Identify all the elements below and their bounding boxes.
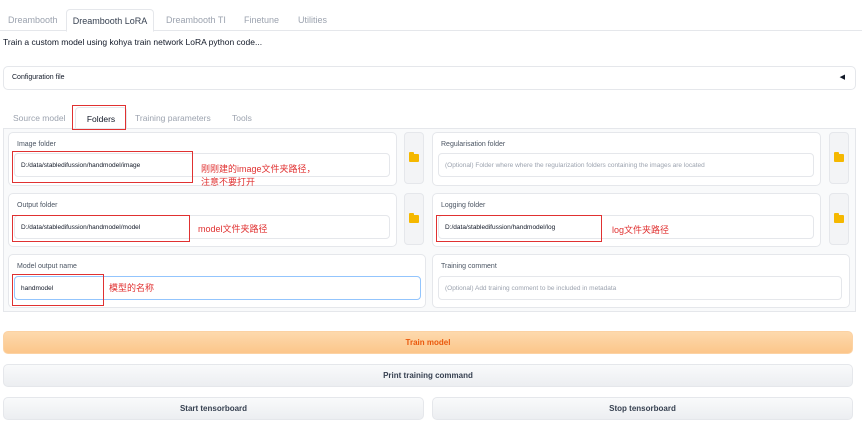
tab-dreambooth-ti[interactable]: Dreambooth TI <box>166 9 226 31</box>
configuration-file-accordion[interactable]: Configuration file ◀ <box>3 66 856 90</box>
image-folder-label: Image folder <box>17 141 56 148</box>
top-tab-bar: Dreambooth Dreambooth LoRA Dreambooth TI… <box>0 9 862 32</box>
print-training-command-button[interactable]: Print training command <box>3 364 853 387</box>
tab-dreambooth[interactable]: Dreambooth <box>8 9 58 31</box>
folder-icon <box>409 152 419 162</box>
image-folder-note: 刚刚建的image文件夹路径， <box>201 164 316 174</box>
output-folder-browse-button[interactable] <box>404 193 424 245</box>
logging-folder-note: log文件夹路径 <box>612 225 670 235</box>
sub-tab-bar: Source model Folders Training parameters… <box>3 107 856 130</box>
start-tensorboard-button[interactable]: Start tensorboard <box>3 397 424 420</box>
tab-training-parameters[interactable]: Training parameters <box>135 107 211 129</box>
model-output-name-input[interactable] <box>14 276 421 300</box>
tab-utilities[interactable]: Utilities <box>298 9 327 31</box>
triangle-left-icon[interactable]: ◀ <box>840 73 845 81</box>
logging-folder-browse-button[interactable] <box>829 193 849 245</box>
regularisation-folder-input[interactable] <box>438 153 814 177</box>
image-folder-note-2: 注意不要打开 <box>201 177 256 187</box>
tab-finetune[interactable]: Finetune <box>244 9 279 31</box>
output-folder-note: model文件夹路径 <box>198 224 268 234</box>
regularisation-folder-label: Regularisation folder <box>441 141 506 148</box>
model-output-name-label: Model output name <box>17 263 77 270</box>
train-model-button[interactable]: Train model <box>3 331 853 354</box>
tab-tools[interactable]: Tools <box>232 107 252 129</box>
configuration-file-label: Configuration file <box>12 74 65 81</box>
tab-dreambooth-lora[interactable]: Dreambooth LoRA <box>66 9 154 32</box>
tab-folders[interactable]: Folders <box>75 107 127 130</box>
folder-icon <box>834 152 844 162</box>
training-comment-label: Training comment <box>441 263 497 270</box>
image-folder-browse-button[interactable] <box>404 132 424 184</box>
folder-icon <box>834 213 844 223</box>
tab-source-model[interactable]: Source model <box>13 107 65 129</box>
model-name-note: 模型的名称 <box>109 283 155 293</box>
stop-tensorboard-button[interactable]: Stop tensorboard <box>432 397 853 420</box>
page-description: Train a custom model using kohya train n… <box>3 37 263 47</box>
folder-icon <box>409 213 419 223</box>
logging-folder-label: Logging folder <box>441 202 486 209</box>
training-comment-input[interactable] <box>438 276 842 300</box>
regularisation-folder-browse-button[interactable] <box>829 132 849 184</box>
output-folder-label: Output folder <box>17 202 58 209</box>
